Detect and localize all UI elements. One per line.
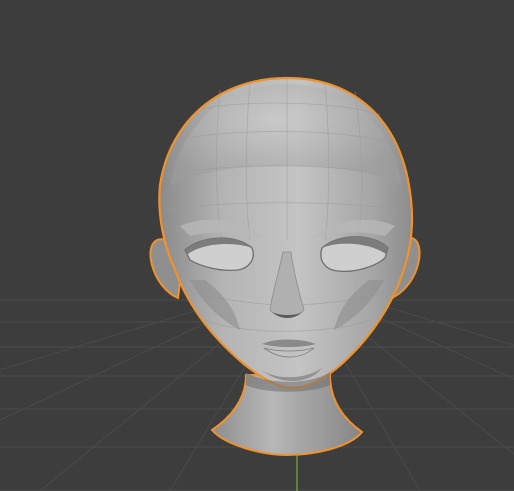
head-mesh[interactable]	[149, 76, 421, 457]
3d-viewport[interactable]	[0, 0, 514, 491]
